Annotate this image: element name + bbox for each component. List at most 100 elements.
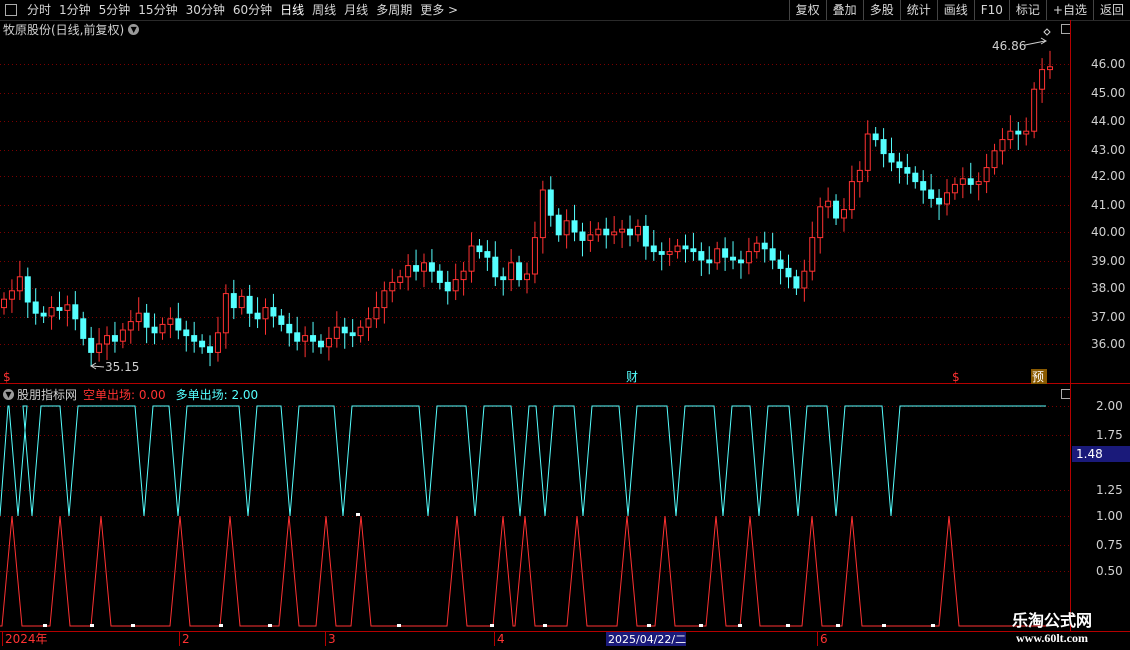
candle [856,161,863,198]
candle-body [389,281,396,292]
candle [745,237,752,275]
candle [920,170,927,204]
candle [1031,82,1038,139]
candle-body [420,262,427,272]
candle-body [658,251,665,255]
candle-body [230,293,237,309]
candle-body [928,189,935,199]
candle-body [1023,130,1030,135]
dividend-marker[interactable]: $ [952,370,960,384]
candle [785,254,792,289]
candle [991,143,998,175]
candle-body [975,181,982,185]
candle [833,194,840,225]
candle-body [999,139,1006,152]
candle-body [500,276,507,281]
finance-marker[interactable]: 财 [626,370,638,384]
candle [413,249,420,281]
candle [730,241,737,270]
candle [840,198,847,232]
candle [587,221,594,252]
candle-body [16,276,23,292]
candle [650,230,657,261]
candle [357,320,364,343]
signal-dot [543,624,547,627]
candle-body [32,301,39,314]
candle [159,317,166,340]
candle [951,177,958,200]
candle [294,316,301,351]
candle [634,219,641,242]
signal-dot [699,624,703,627]
candle-body [619,228,626,233]
candle [698,242,705,276]
candle [40,306,47,323]
signal-dot [490,624,494,627]
candle [310,321,317,353]
candle [24,267,31,318]
candle [642,214,649,260]
candle [246,284,253,327]
candle [777,250,784,285]
candle [769,232,776,270]
candle-body [333,326,340,339]
candle [967,162,974,194]
indicator-tick: 1.25 [1096,483,1123,497]
candle-body [730,256,737,261]
candle [539,180,546,254]
price-tick: 40.00 [1091,225,1125,239]
candle [191,321,198,353]
forecast-marker[interactable]: 预 [1032,370,1044,384]
chart-canvas[interactable]: 46.00 45.00 44.00 43.00 42.00 41.00 40.0… [0,0,1130,650]
candle-body [143,312,150,328]
candle [603,217,610,249]
candle [8,279,15,313]
candle-body [476,245,483,253]
candle-body [1,298,7,309]
candle-body [262,307,269,320]
price-tick: 42.00 [1091,169,1125,183]
indicator-tick: 1.00 [1096,509,1123,523]
candle-body [627,228,634,236]
candle-body [951,183,958,194]
candle-body [317,340,324,348]
diamond-icon [1043,28,1051,36]
signal-dot [882,624,886,627]
candle [104,326,111,360]
candle [912,166,919,189]
candle [222,284,229,349]
candle-body [199,340,206,348]
candle [674,239,681,259]
candle-body [1015,130,1022,135]
candle [397,269,404,290]
watermark-title: 乐淘公式网 [1011,611,1092,630]
candle-body [357,326,364,337]
candle-body [460,270,467,281]
candle-body [270,307,277,317]
candle-body [452,279,459,292]
candle-body [943,192,950,205]
candle-body [880,139,887,155]
candle [531,221,538,284]
long-exit-line [0,405,1046,517]
candle [207,335,214,367]
candle [1007,115,1014,149]
candle [56,291,63,320]
candle [452,263,459,301]
candle [888,137,895,172]
indicator-tick: 0.75 [1096,538,1123,552]
candle [722,237,729,271]
candle [341,317,348,349]
candle-body [571,220,578,233]
candle [365,307,372,341]
candlestick-series [1,50,1053,367]
candle-body [888,153,895,163]
candle [444,270,451,305]
indicator-grid [0,406,1070,572]
candle-body [325,337,332,348]
dividend-marker[interactable]: $ [3,370,11,384]
candle [825,187,832,219]
candle-body [674,245,681,253]
candle [706,246,713,275]
candle [468,232,475,283]
